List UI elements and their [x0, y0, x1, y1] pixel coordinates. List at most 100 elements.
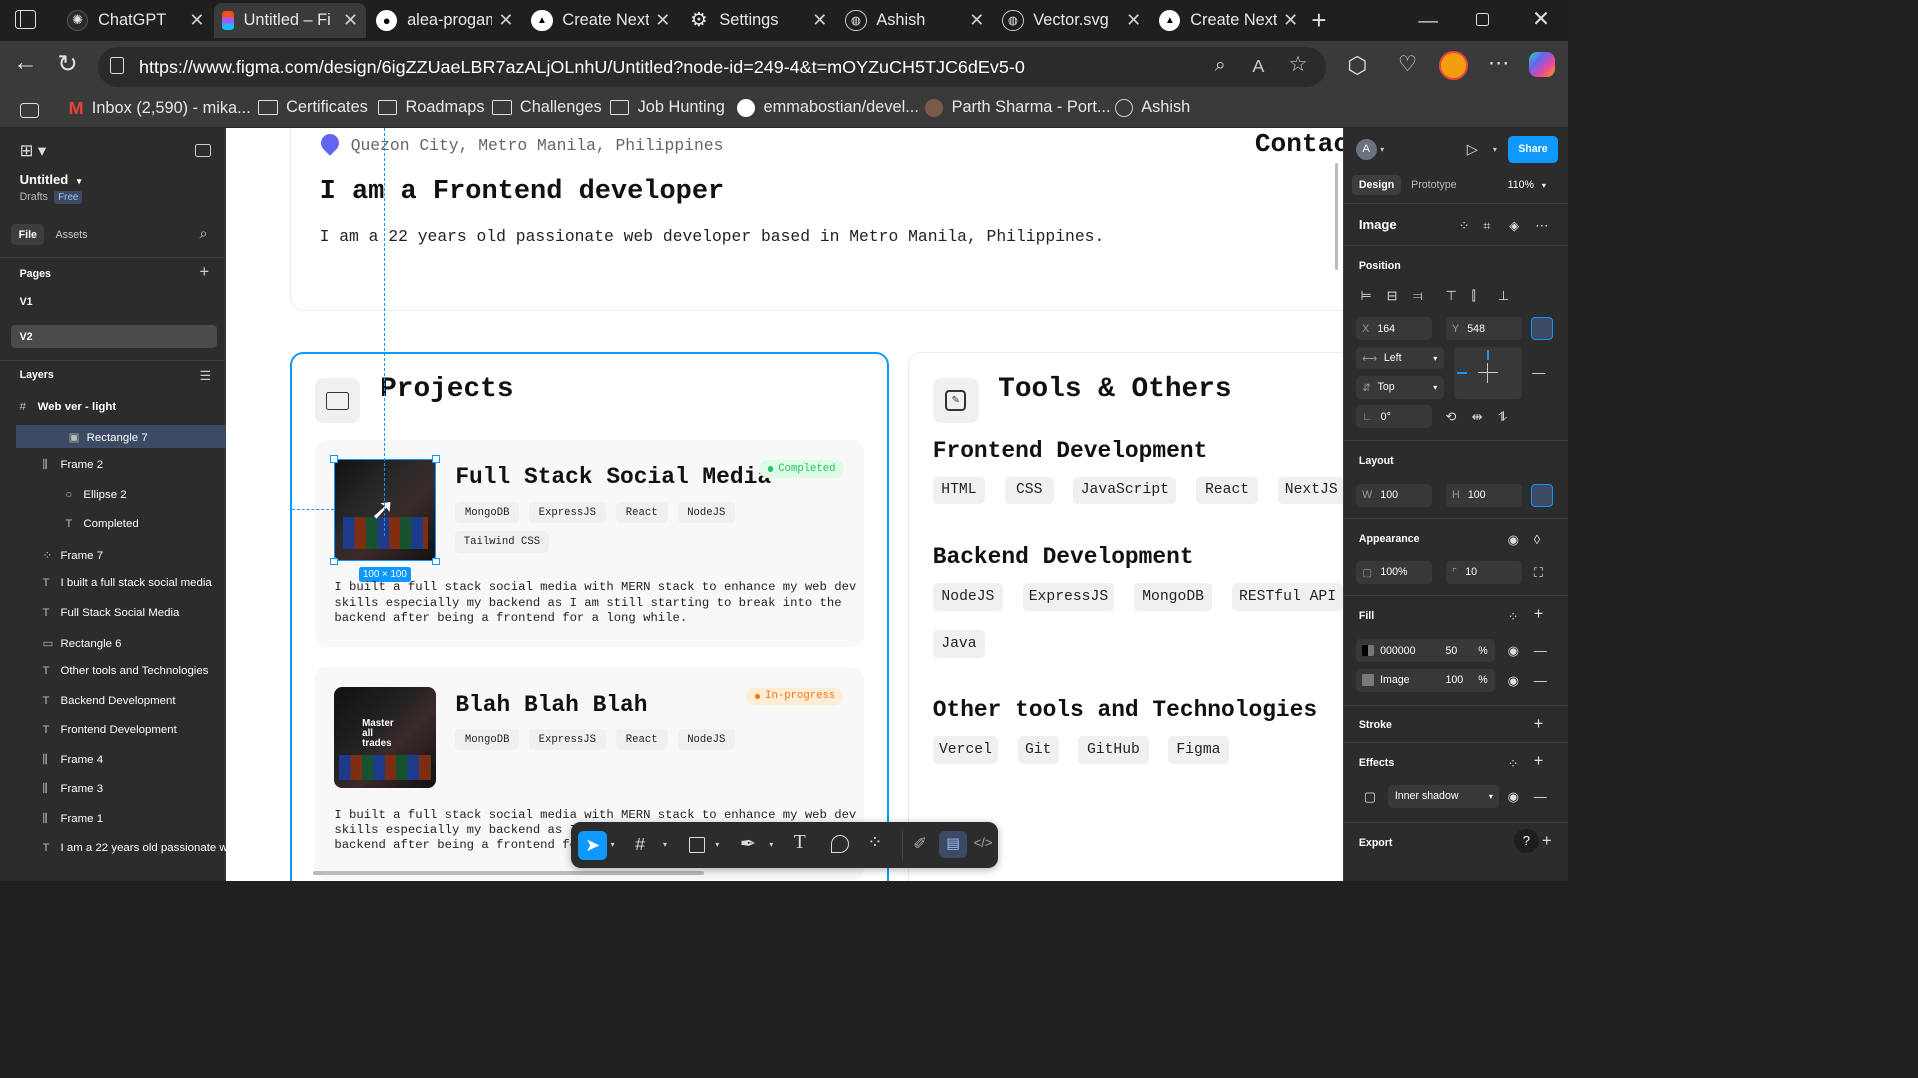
collapse-layers-icon[interactable]: ☰	[199, 368, 211, 384]
zoom-level[interactable]: 110% ▾	[1508, 179, 1546, 191]
actions-tool-button[interactable]: ⁘	[867, 832, 882, 853]
constraint-widget[interactable]	[1453, 346, 1523, 399]
fill-image-input[interactable]: Image 100 %	[1355, 668, 1495, 692]
layer-item[interactable]: # Web ver - light	[0, 396, 226, 419]
close-icon[interactable]: ✕	[1283, 10, 1298, 31]
minimize-button[interactable]: —	[1418, 10, 1438, 33]
height-input[interactable]: H 100	[1445, 483, 1523, 507]
effect-settings-icon[interactable]: ▢	[1364, 790, 1376, 803]
favorite-star-icon[interactable]: ☆	[1288, 52, 1307, 77]
x-input[interactable]: X 164	[1355, 317, 1433, 341]
eye-icon[interactable]: ◉	[1508, 533, 1519, 546]
remove-fill-icon[interactable]: —	[1534, 644, 1547, 657]
user-avatar[interactable]: A	[1355, 138, 1377, 161]
minus-icon[interactable]: —	[1532, 366, 1545, 379]
tools-card[interactable]	[908, 351, 1344, 882]
tab-create-next-2[interactable]: ▲ Create Next ✕	[1151, 3, 1306, 37]
panel-toggle-icon[interactable]	[194, 143, 211, 157]
align-center-h-icon[interactable]: ⊟	[1387, 289, 1398, 302]
tab-file[interactable]: File	[11, 223, 45, 246]
close-icon[interactable]: ✕	[812, 10, 827, 31]
figma-menu-icon[interactable]: ⊞ ▾	[20, 141, 46, 161]
search-icon[interactable]: ⌕	[199, 226, 207, 242]
align-center-v-icon[interactable]: ⫿	[1472, 289, 1476, 302]
chevron-down-icon[interactable]: ▾	[715, 839, 719, 849]
draw-mode-button[interactable]: ✐	[913, 834, 927, 854]
tab-prototype[interactable]: Prototype	[1411, 179, 1456, 191]
effect-type-select[interactable]: Inner shadow ▾	[1388, 784, 1500, 808]
chevron-down-icon[interactable]: ▾	[663, 839, 667, 849]
remove-fill-icon[interactable]: —	[1534, 674, 1547, 687]
frame-tool-button[interactable]: #	[635, 834, 645, 855]
resize-lock-toggle[interactable]	[1530, 483, 1554, 507]
layer-item[interactable]: ⫼ Frame 4	[0, 749, 226, 772]
page-item-v1[interactable]: V1	[11, 289, 217, 312]
horizontal-constraint-select[interactable]: ⟷ Left ▾	[1355, 346, 1444, 370]
close-window-button[interactable]: ✕	[1532, 7, 1550, 32]
dev-mode-button[interactable]: </>	[974, 835, 993, 850]
add-page-button[interactable]: +	[199, 263, 209, 282]
blend-mode-icon[interactable]: ◊	[1534, 533, 1540, 546]
crop-icon[interactable]: ⌗	[1483, 219, 1490, 232]
eye-icon[interactable]: ◉	[1508, 790, 1519, 803]
text-tool-button[interactable]: T	[794, 832, 806, 854]
back-button[interactable]: ←	[13, 49, 38, 77]
layer-item[interactable]: ⫼ Frame 1	[0, 808, 226, 831]
tab-design[interactable]: Design	[1352, 174, 1401, 196]
chevron-down-icon[interactable]: ▾	[611, 839, 615, 849]
align-left-icon[interactable]: ⊨	[1360, 289, 1371, 302]
close-icon[interactable]: ✕	[969, 10, 984, 31]
resize-handle[interactable]	[432, 455, 440, 463]
corner-radius-input[interactable]: ⌜ 10	[1445, 560, 1523, 584]
move-tool-button[interactable]: ➤	[577, 830, 608, 860]
tab-vector-svg[interactable]: ◍ Vector.svg ✕	[994, 3, 1149, 37]
layer-item[interactable]: T Full Stack Social Media	[0, 602, 226, 625]
constraints-toggle[interactable]	[1530, 317, 1554, 341]
bookmark-job-hunting[interactable]: Job Hunting	[609, 98, 725, 117]
fill-color-input[interactable]: 000000 50 %	[1355, 639, 1495, 663]
rectangle-tool-button[interactable]	[689, 837, 706, 854]
tab-github[interactable]: ● alea-progam ✕	[368, 3, 522, 37]
tab-assets[interactable]: Assets	[56, 229, 88, 241]
comment-tool-button[interactable]	[831, 835, 850, 854]
width-input[interactable]: W 100	[1355, 483, 1433, 507]
close-icon[interactable]: ✕	[189, 10, 204, 31]
extensions-icon[interactable]: ⬡	[1347, 52, 1367, 79]
style-grid-icon[interactable]: ⁘	[1508, 610, 1519, 623]
y-input[interactable]: Y 548	[1445, 317, 1523, 341]
more-icon[interactable]: ⋯	[1535, 219, 1548, 232]
chevron-down-icon[interactable]: ▾	[1380, 144, 1384, 154]
tab-ashish[interactable]: ◍ Ashish ✕	[837, 3, 992, 37]
rotate-icon[interactable]: ⟲	[1446, 410, 1457, 423]
horizontal-scrollbar[interactable]	[313, 871, 704, 875]
rotation-input[interactable]: ∟ 0°	[1355, 405, 1433, 429]
add-export-icon[interactable]: +	[1542, 833, 1552, 849]
eye-icon[interactable]: ◉	[1508, 644, 1519, 657]
layer-item[interactable]: T Frontend Development	[0, 719, 226, 742]
component-icon[interactable]: ◈	[1509, 219, 1519, 232]
read-aloud-icon[interactable]: A	[1252, 56, 1264, 77]
more-menu-icon[interactable]: ⋯	[1488, 51, 1509, 76]
layer-item[interactable]: T Other tools and Technologies	[0, 661, 226, 684]
layer-item[interactable]: T Completed	[0, 513, 226, 536]
bookmark-emmabostian[interactable]: emmabostian/devel...	[737, 98, 919, 117]
lock-icon[interactable]	[109, 57, 125, 74]
layer-item[interactable]: T I am a 22 years old passionate web	[0, 837, 227, 860]
copilot-icon[interactable]	[1528, 52, 1555, 77]
tab-create-next[interactable]: ▲ Create Next ✕	[523, 3, 678, 37]
add-stroke-icon[interactable]: +	[1534, 716, 1544, 732]
profile-avatar-icon[interactable]	[1438, 50, 1469, 81]
figma-canvas[interactable]: Quezon City, Metro Manila, Philippines C…	[226, 127, 1344, 882]
layer-item[interactable]: ▭ Rectangle 6	[0, 631, 226, 654]
resize-handle[interactable]	[330, 557, 338, 565]
close-icon[interactable]: ✕	[1126, 10, 1141, 31]
flip-vertical-icon[interactable]: ⥮	[1498, 410, 1508, 423]
bookmark-parth-sharma[interactable]: Parth Sharma - Port...	[925, 98, 1111, 117]
tab-chatgpt[interactable]: ✺ ChatGPT ✕	[59, 3, 213, 37]
refresh-button[interactable]: ↻	[57, 49, 78, 79]
layer-item[interactable]: T Backend Development	[0, 690, 226, 713]
align-right-icon[interactable]: ⫤	[1413, 289, 1423, 302]
help-button[interactable]: ?	[1514, 828, 1539, 854]
restore-button[interactable]	[1476, 13, 1490, 27]
layer-item[interactable]: ⫼ Frame 2	[0, 455, 226, 478]
